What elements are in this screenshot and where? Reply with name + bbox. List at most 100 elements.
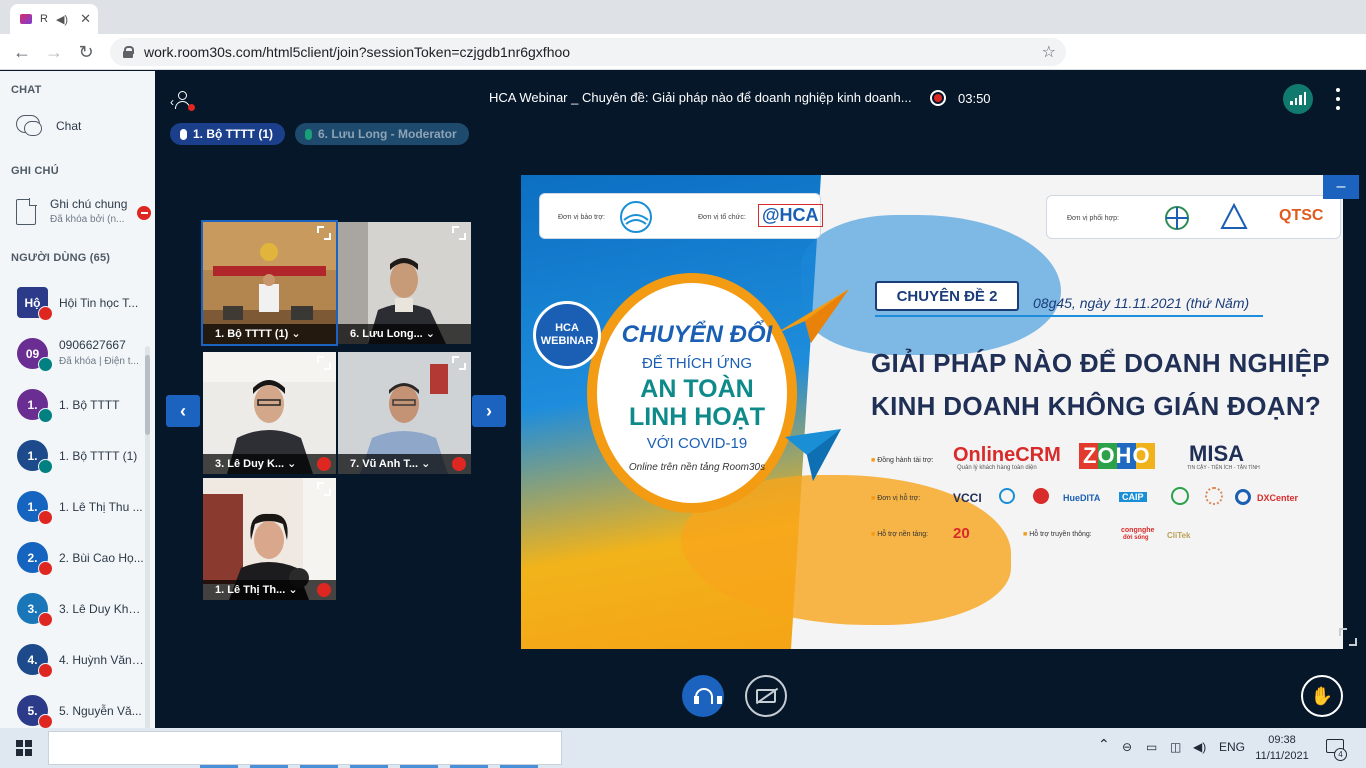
windows-start-icon[interactable]: [16, 740, 32, 756]
user-list-item[interactable]: 09 0906627667 Đã khóa | Điện t...: [0, 328, 150, 378]
slide-main-line-3: AN TOÀN: [640, 375, 754, 403]
hca-webinar-badge: HCA WEBINAR: [533, 301, 601, 369]
hand-icon: ✋: [1310, 685, 1334, 706]
document-icon: [16, 198, 37, 225]
options-menu-button[interactable]: [1335, 88, 1341, 110]
tray-battery-icon[interactable]: ▭: [1146, 740, 1157, 754]
huedita-logo: HueDITA: [1063, 493, 1101, 503]
fullscreen-presentation-icon[interactable]: [1338, 627, 1358, 647]
user-name: 1. Bộ TTTT: [59, 398, 120, 412]
user-list-item[interactable]: 4. 4. Huỳnh Văn ...: [0, 634, 150, 684]
lock-icon[interactable]: [122, 46, 134, 58]
raise-hand-button[interactable]: ✋: [1301, 675, 1343, 717]
share-webcam-button[interactable]: [745, 675, 787, 717]
slide-main-line-1: CHUYỂN ĐỔI: [621, 321, 773, 348]
chat-section-title: CHAT: [11, 84, 42, 96]
talking-indicator-active[interactable]: 1. Bộ TTTT (1): [170, 123, 285, 145]
windows-taskbar: ⌃ ⊖ ▭ ◫ ◀) ENG 09:38 11/11/2021 4: [0, 728, 1366, 768]
recording-time: 03:50: [958, 91, 991, 106]
slide-main-line-5: VỚI COVID-19: [646, 435, 748, 452]
signal-bar-icon: [1290, 101, 1293, 105]
video-tile[interactable]: 1. Lê Thị Th... ⌄: [203, 478, 336, 600]
user-name: 1. Lê Thị Thu ...: [59, 500, 143, 514]
platform-support-label: ■ Hỗ trợ nền tảng:: [871, 531, 929, 538]
video-tile[interactable]: 6. Lưu Long... ⌄: [338, 222, 471, 344]
onlinecrm-logo-sub: Quản lý khách hàng toàn diện: [957, 465, 1037, 471]
user-name: 3. Lê Duy Kha...: [59, 602, 145, 616]
reload-icon[interactable]: ↻: [75, 41, 97, 63]
note-locked-badge-icon: [137, 206, 151, 220]
user-list-item[interactable]: 5. 5. Nguyễn Vă...: [0, 685, 150, 728]
presentation-slide[interactable]: Đơn vị bảo trợ: Đơn vị tổ chức: @HCA Đơn…: [521, 175, 1343, 649]
slide-topic-box: CHUYÊN ĐỀ 2: [875, 281, 1019, 311]
video-tile[interactable]: 7. Vũ Anh T... ⌄: [338, 352, 471, 474]
address-bar[interactable]: work.room30s.com/html5client/join?sessio…: [110, 38, 1066, 66]
listen-only-headset-icon: [38, 408, 53, 423]
talker-name: 1. Bộ TTTT (1): [193, 127, 273, 141]
fullscreen-icon[interactable]: [452, 226, 466, 240]
congnghe-logo-sub: đời sống: [1123, 535, 1149, 541]
tray-language[interactable]: ENG: [1219, 740, 1245, 754]
tray-clock[interactable]: 09:38 11/11/2021: [1254, 732, 1310, 764]
user-list-item[interactable]: 2. 2. Bùi Cao Họ...: [0, 532, 150, 582]
media-support-label: ■ Hỗ trợ truyền thông:: [1023, 531, 1092, 538]
user-status: Đã khóa | Điện t...: [59, 356, 139, 367]
label-text: Đơn vị hỗ trợ:: [877, 495, 921, 502]
next-page-button[interactable]: ›: [472, 395, 506, 427]
user-name: 4. Huỳnh Văn ...: [59, 653, 145, 667]
muted-icon: [452, 457, 466, 471]
signal-bar-icon: [1294, 98, 1297, 105]
video-name-label[interactable]: 6. Lưu Long... ⌄: [338, 324, 471, 344]
previous-page-button[interactable]: ‹: [166, 395, 200, 427]
room30s-favicon-icon: [20, 14, 32, 24]
taskbar-search-box[interactable]: [48, 731, 562, 765]
fullscreen-icon[interactable]: [452, 356, 466, 370]
browser-tab[interactable]: R ◀) ✕: [10, 4, 98, 34]
partner-triangle-logo-icon: [1220, 202, 1248, 229]
user-list-item[interactable]: 3. 3. Lê Duy Kha...: [0, 583, 150, 633]
meeting-main: ‹ HCA Webinar _ Chuyên đề: Giải pháp nào…: [155, 71, 1366, 728]
speaker-icon[interactable]: ◀): [56, 13, 68, 26]
user-list-item[interactable]: 1. 1. Bộ TTTT (1): [0, 430, 150, 480]
toggle-userlist-button[interactable]: ‹: [170, 89, 195, 111]
congnghe-logo: congnghe: [1121, 527, 1155, 534]
minimize-presentation-button[interactable]: –: [1323, 175, 1359, 199]
muted-mic-icon: [38, 510, 53, 525]
user-list-item[interactable]: 1. 1. Lê Thị Thu ...: [0, 481, 150, 531]
forward-arrow-icon[interactable]: →: [43, 41, 65, 63]
qtsc-logo: QTSC: [1279, 207, 1324, 224]
shared-notes-item[interactable]: Ghi chú chung Đã khóa bởi (n...: [16, 197, 150, 225]
url-text: work.room30s.com/html5client/join?sessio…: [144, 44, 571, 60]
user-list-item[interactable]: 1. 1. Bộ TTTT: [0, 379, 150, 429]
user-name: 0906627667: [59, 338, 126, 352]
close-tab-icon[interactable]: ✕: [80, 11, 91, 27]
tray-volume-icon[interactable]: ◀): [1193, 740, 1206, 754]
fullscreen-icon[interactable]: [317, 226, 331, 240]
user-list-item[interactable]: Hộ Hội Tin học T...: [0, 277, 150, 327]
fullscreen-icon[interactable]: [317, 482, 331, 496]
leave-audio-button[interactable]: [682, 675, 724, 717]
support-logo-icon: [1235, 489, 1251, 505]
onlinecrm-logo: OnlineCRM: [953, 444, 1061, 466]
video-tile[interactable]: 3. Lê Duy K... ⌄: [203, 352, 336, 474]
video-tile[interactable]: 1. Bộ TTTT (1) ⌄: [201, 220, 338, 346]
muted-mic-icon: [38, 561, 53, 576]
bookmark-star-icon[interactable]: ☆: [1042, 42, 1056, 62]
user-name: Hội Tin học T...: [59, 296, 139, 310]
user-list-scroll-thumb[interactable]: [145, 355, 150, 435]
slide-main-line-2: ĐỂ THÍCH ỨNG: [641, 355, 753, 372]
fullscreen-icon[interactable]: [317, 356, 331, 370]
slide-divider: [875, 315, 1263, 317]
tray-chevron-up-icon[interactable]: ⌃: [1098, 736, 1110, 753]
talking-indicator-idle[interactable]: 6. Lưu Long - Moderator: [295, 123, 469, 145]
connection-status-button[interactable]: [1283, 84, 1313, 114]
chat-item[interactable]: Chat: [16, 115, 81, 137]
listen-only-headset-icon: [38, 459, 53, 474]
label-text: Đồng hành tài trợ:: [877, 457, 934, 464]
tray-network-icon[interactable]: ⊖: [1122, 740, 1132, 754]
caip-logo: CAIP: [1119, 492, 1147, 502]
recording-indicator-icon[interactable]: [930, 90, 946, 106]
video-name-label[interactable]: 1. Bộ TTTT (1) ⌄: [203, 324, 336, 344]
tray-wifi-icon[interactable]: ◫: [1170, 740, 1181, 754]
back-arrow-icon[interactable]: ←: [11, 41, 33, 63]
